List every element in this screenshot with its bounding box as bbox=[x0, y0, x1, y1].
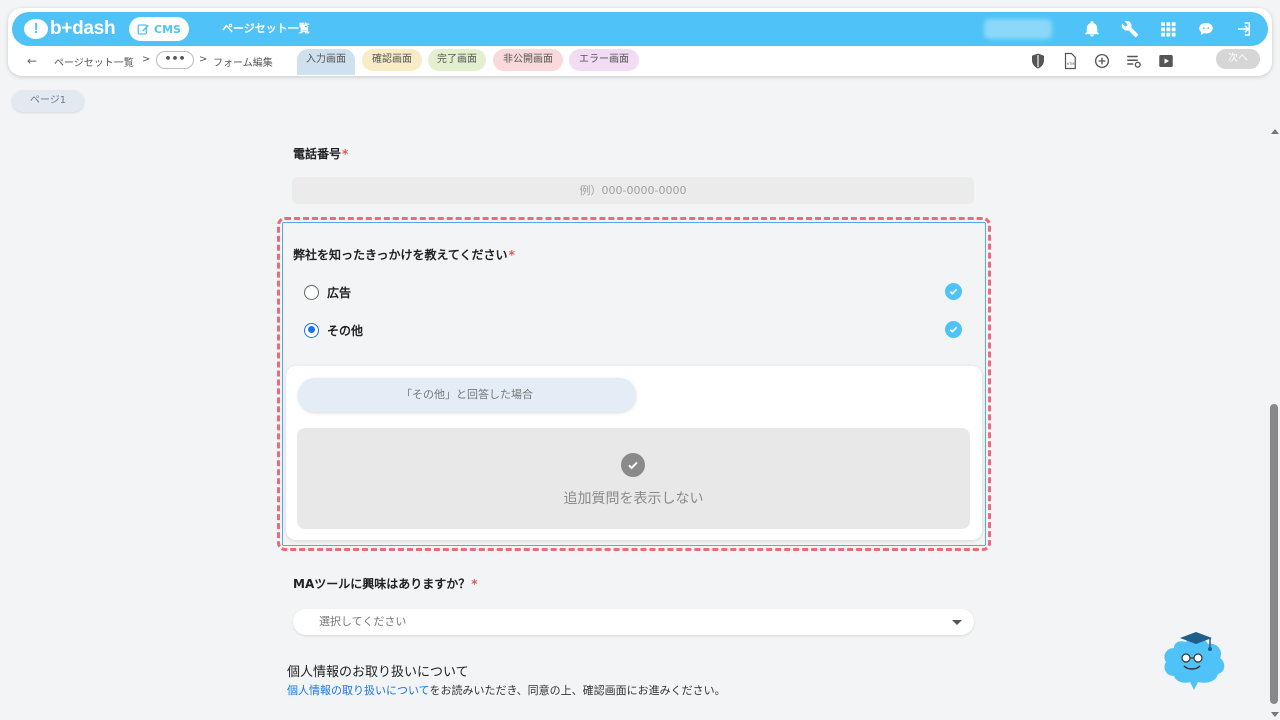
branch-condition-pill[interactable]: 「その他」と回答した場合 bbox=[298, 378, 636, 412]
tab-input-screen[interactable]: 入力画面 bbox=[297, 49, 355, 75]
cms-label: CMS bbox=[154, 22, 181, 36]
brand-name: b+dash bbox=[50, 18, 116, 39]
check-circle-icon bbox=[621, 453, 645, 477]
next-button[interactable]: 次へ bbox=[1216, 49, 1260, 69]
privacy-instruction: をお読みいただき、同意の上、確認画面にお進みください。 bbox=[429, 684, 726, 697]
no-additional-question-box[interactable]: 追加質問を表示しない bbox=[297, 428, 970, 529]
required-mark: * bbox=[508, 248, 515, 262]
phone-label-text: 電話番号 bbox=[293, 147, 342, 161]
privacy-title: 個人情報のお取り扱いについて bbox=[287, 665, 469, 680]
app-header: b+dash CMS ページセット一覧 ← ページセット一覧 > ••• > フ… bbox=[8, 8, 1272, 76]
no-additional-question-text: 追加質問を表示しない bbox=[563, 491, 704, 507]
list-settings-icon[interactable] bbox=[1124, 51, 1144, 71]
page-title: ページセット一覧 bbox=[222, 22, 310, 35]
radio-button[interactable] bbox=[304, 284, 319, 300]
breadcrumb-separator: > bbox=[199, 54, 208, 65]
source-question-label: 弊社を知ったきっかけを教えてください* bbox=[293, 246, 515, 263]
radio-label: 広告 bbox=[327, 285, 352, 300]
source-question-text: 弊社を知ったきっかけを教えてください bbox=[293, 248, 508, 262]
grid-icon[interactable] bbox=[1158, 19, 1178, 39]
brand-logo[interactable]: b+dash bbox=[24, 17, 116, 41]
radio-option-ad[interactable]: 広告 bbox=[304, 284, 351, 300]
play-icon[interactable] bbox=[1156, 51, 1176, 71]
cms-button[interactable]: CMS bbox=[129, 17, 189, 41]
breadcrumb-current: フォーム編集 bbox=[213, 58, 273, 69]
tab-complete-screen[interactable]: 完了画面 bbox=[428, 49, 486, 71]
wrench-icon[interactable] bbox=[1120, 19, 1140, 39]
ma-question-text: MAツールに興味はありますか？ bbox=[293, 577, 471, 591]
scrollbar[interactable] bbox=[1268, 128, 1280, 720]
top-icon-group bbox=[1082, 12, 1254, 46]
tab-error-screen[interactable]: エラー画面 bbox=[569, 49, 639, 71]
top-bar: b+dash CMS ページセット一覧 bbox=[12, 12, 1268, 46]
radio-option-other[interactable]: その他 bbox=[304, 322, 363, 338]
radio-button-selected[interactable] bbox=[304, 322, 319, 338]
tab-confirm-screen[interactable]: 確認画面 bbox=[362, 49, 422, 71]
check-circle-icon[interactable] bbox=[945, 321, 962, 338]
tool-group: HTML bbox=[1028, 51, 1176, 71]
phone-input[interactable]: 例）000-0000-0000 bbox=[292, 177, 974, 204]
check-circle-icon[interactable] bbox=[945, 283, 962, 300]
edit-icon bbox=[137, 23, 149, 35]
svg-text:HTML: HTML bbox=[1067, 62, 1076, 66]
add-circle-icon[interactable] bbox=[1092, 51, 1112, 71]
assistant-mascot-icon[interactable] bbox=[1160, 626, 1228, 692]
user-info[interactable] bbox=[984, 19, 1052, 39]
breadcrumb-separator: > bbox=[142, 54, 151, 65]
privacy-text: 個人情報の取り扱いについてをお読みいただき、同意の上、確認画面にお進みください。 bbox=[287, 682, 726, 698]
html-file-icon[interactable]: HTML bbox=[1060, 51, 1080, 71]
scrollbar-thumb[interactable] bbox=[1270, 404, 1278, 704]
sub-bar: ← ページセット一覧 > ••• > フォーム編集 入力画面 確認画面 完了画面… bbox=[8, 48, 1272, 75]
breadcrumb-more-button[interactable]: ••• bbox=[156, 51, 194, 69]
scroll-down-icon[interactable] bbox=[1271, 712, 1279, 717]
phone-label: 電話番号* bbox=[293, 145, 348, 162]
ma-select-placeholder: 選択してください bbox=[319, 615, 407, 628]
page-tab-1[interactable]: ページ1 bbox=[12, 90, 84, 112]
back-arrow-icon[interactable]: ← bbox=[24, 53, 40, 69]
ma-question-label: MAツールに興味はありますか？* bbox=[293, 575, 478, 592]
ai-chat-icon[interactable] bbox=[1196, 19, 1216, 39]
chevron-down-icon bbox=[952, 620, 962, 625]
tab-private-screen[interactable]: 非公開画面 bbox=[493, 49, 563, 71]
shield-icon[interactable] bbox=[1028, 51, 1048, 71]
logout-icon[interactable] bbox=[1234, 19, 1254, 39]
branch-card: 「その他」と回答した場合 追加質問を表示しない bbox=[286, 366, 982, 540]
ma-select[interactable]: 選択してください bbox=[293, 609, 974, 635]
privacy-link[interactable]: 個人情報の取り扱いについて bbox=[287, 684, 429, 697]
required-mark: * bbox=[342, 147, 349, 161]
scroll-up-icon[interactable] bbox=[1271, 129, 1279, 134]
breadcrumb-pageset-list[interactable]: ページセット一覧 bbox=[54, 54, 134, 69]
radio-label: その他 bbox=[327, 323, 364, 338]
bell-icon[interactable] bbox=[1082, 19, 1102, 39]
logo-bubble-icon bbox=[24, 19, 48, 39]
required-mark: * bbox=[471, 577, 478, 591]
